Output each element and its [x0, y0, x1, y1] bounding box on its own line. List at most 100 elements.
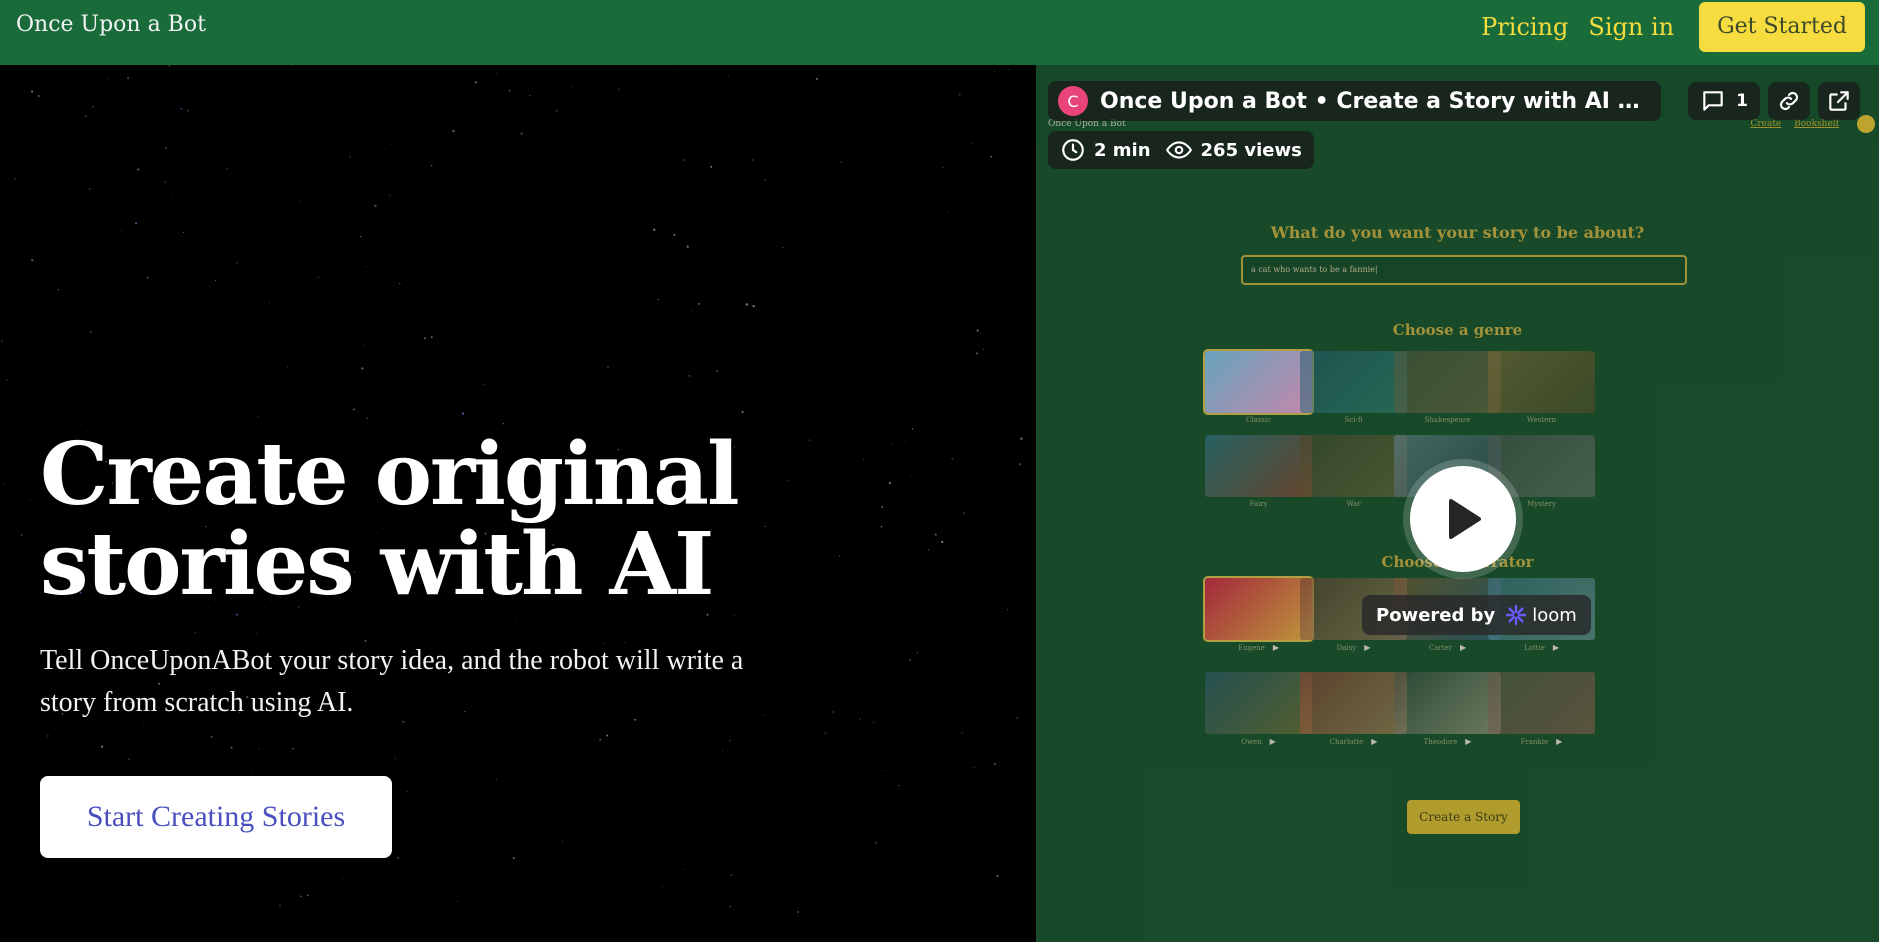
star — [678, 129, 679, 131]
narrator-thumbnail — [1394, 672, 1501, 734]
star — [657, 298, 660, 301]
open-external-button[interactable] — [1818, 82, 1860, 120]
star — [710, 165, 713, 168]
star — [617, 88, 620, 91]
recording-question-label: What do you want your story to be about? — [1270, 223, 1645, 242]
powered-by-loom-badge[interactable]: Powered by loom — [1362, 595, 1591, 635]
genre-label: Fairy — [1249, 500, 1268, 508]
narrator-label: Frankie — [1520, 738, 1549, 746]
play-button-circle[interactable] — [1410, 466, 1516, 572]
narrator-preview-play-icon: ▶ — [1371, 737, 1378, 746]
hero-subtitle: Tell OnceUponABot your story idea, and t… — [40, 640, 890, 724]
narrator-preview-play-icon: ▶ — [1364, 643, 1371, 652]
star — [455, 76, 456, 78]
top-nav: Once Upon a Bot Pricing Sign in Get Star… — [0, 0, 1879, 65]
star — [143, 207, 144, 209]
start-creating-stories-button[interactable]: Start Creating Stories — [40, 776, 392, 858]
get-started-button[interactable]: Get Started — [1699, 1, 1865, 52]
hero-subtitle-line-2: story from scratch using AI. — [40, 687, 354, 718]
star — [496, 72, 498, 74]
star — [483, 384, 486, 386]
star — [396, 856, 399, 859]
narrator-thumbnail — [1300, 672, 1407, 734]
star — [92, 106, 94, 108]
genre-tile: Fairy — [1205, 435, 1312, 508]
loom-video-embed[interactable]: Once Upon a Bot Create Bookshelf What do… — [1036, 65, 1879, 942]
narrator-preview-play-icon: ▶ — [1556, 737, 1563, 746]
star — [149, 915, 151, 917]
comments-button[interactable]: 1 — [1688, 82, 1760, 120]
star — [888, 482, 891, 485]
star — [748, 424, 750, 426]
genre-tile: War — [1300, 435, 1407, 508]
star — [881, 505, 884, 508]
star — [292, 747, 294, 750]
star — [6, 378, 9, 381]
star — [691, 310, 693, 312]
star — [752, 304, 755, 308]
star — [362, 345, 364, 347]
star — [1007, 609, 1009, 611]
star — [423, 337, 426, 340]
video-title-bar[interactable]: C Once Upon a Bot • Create a Story with … — [1048, 81, 1661, 121]
star — [916, 652, 919, 654]
star — [317, 122, 318, 124]
star — [862, 458, 865, 461]
recording-create-link: Create — [1750, 119, 1782, 129]
nav-signin-link[interactable]: Sign in — [1588, 13, 1674, 41]
star — [508, 89, 511, 92]
genre-label: Mystery — [1527, 500, 1556, 508]
recording-create-story-button: Create a Story — [1407, 800, 1520, 834]
star — [168, 65, 171, 67]
star — [473, 822, 475, 823]
brand-logo[interactable]: Once Upon a Bot — [16, 12, 206, 37]
star — [722, 749, 724, 751]
genre-thumbnail — [1394, 351, 1501, 413]
narrator-preview-play-icon: ▶ — [1465, 737, 1472, 746]
star — [799, 869, 801, 870]
star — [137, 168, 140, 171]
narrator-preview-play-icon: ▶ — [1460, 643, 1467, 652]
narrator-tile: Charlotte ▶ — [1300, 672, 1407, 746]
star — [107, 418, 109, 420]
recording-bookshelf-link: Bookshelf — [1794, 119, 1839, 129]
narrator-thumbnail — [1203, 576, 1314, 642]
star — [394, 759, 396, 761]
star — [993, 762, 997, 766]
star — [606, 734, 609, 737]
play-button[interactable] — [1403, 459, 1523, 579]
star — [1020, 437, 1023, 440]
star — [524, 929, 526, 930]
narrator-label: Daisy — [1336, 644, 1357, 652]
star — [561, 841, 563, 843]
star — [698, 302, 701, 305]
video-title[interactable]: Once Upon a Bot • Create a Story with AI… — [1100, 89, 1645, 114]
powered-by-label: Powered by — [1376, 604, 1496, 626]
star — [349, 155, 352, 158]
star — [2, 483, 4, 486]
star — [279, 904, 281, 907]
star — [686, 245, 689, 248]
star — [1028, 77, 1029, 78]
star — [366, 417, 369, 420]
genre-tile: Classic — [1203, 349, 1314, 424]
star — [962, 512, 965, 514]
genre-label: Classic — [1245, 416, 1272, 424]
copy-link-button[interactable] — [1768, 82, 1810, 120]
star — [781, 635, 783, 637]
nav-pricing-link[interactable]: Pricing — [1481, 13, 1568, 41]
star — [970, 142, 973, 144]
star — [194, 632, 196, 634]
loom-logo: loom — [1505, 604, 1577, 626]
views: 265 views — [1165, 137, 1302, 163]
star — [885, 770, 886, 772]
star — [300, 201, 302, 202]
duration: 2 min — [1060, 137, 1151, 163]
star — [163, 180, 167, 183]
star — [291, 65, 294, 66]
star — [250, 769, 252, 771]
star — [536, 260, 538, 261]
star — [30, 90, 34, 93]
narrator-label: Lottie — [1523, 644, 1545, 652]
star — [934, 533, 937, 536]
